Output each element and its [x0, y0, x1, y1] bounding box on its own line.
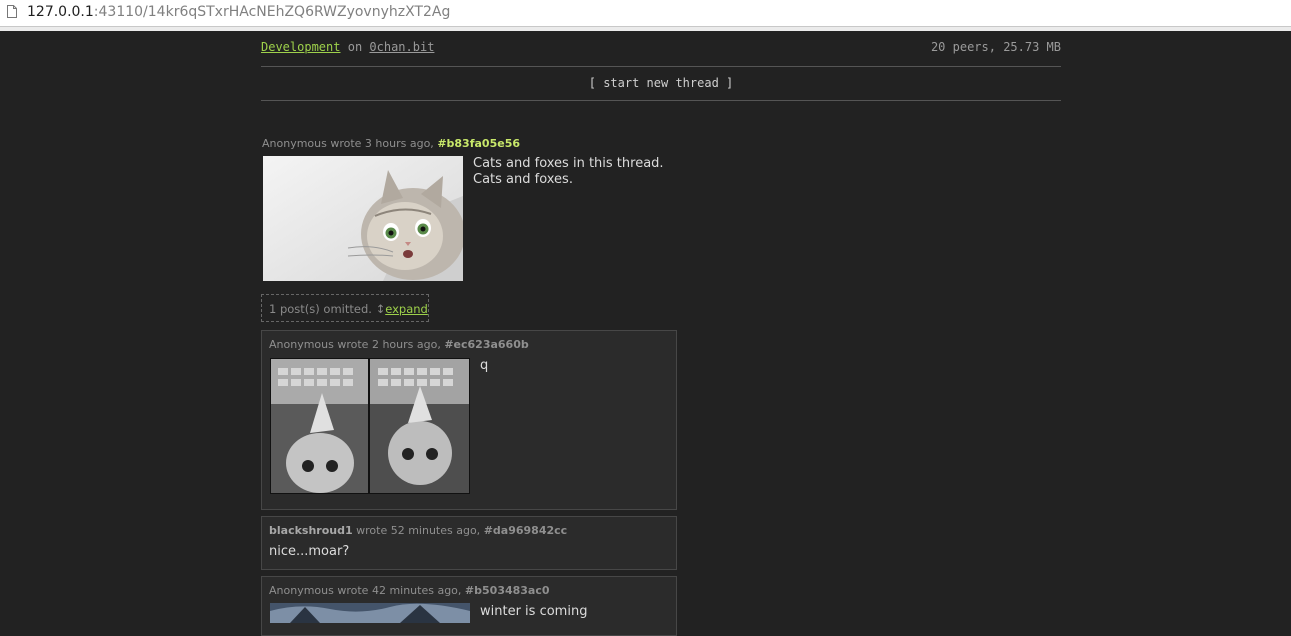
- peer-stats: 20 peers, 25.73 MB: [930, 40, 1061, 54]
- omitted-text: 1 post(s) omitted.: [269, 302, 372, 316]
- board-header: Development on 0chan.bit 20 peers, 25.73…: [261, 40, 1061, 58]
- omitted-posts-box: 1 post(s) omitted. ↕expand: [261, 294, 429, 322]
- op-post-meta: Anonymous wrote 3 hours ago, #b83fa05e56: [262, 137, 520, 150]
- reply-post: Anonymous wrote 42 minutes ago, #b503483…: [261, 576, 677, 636]
- reply-meta: Anonymous wrote 42 minutes ago, #b503483…: [269, 584, 550, 597]
- winter-photo-icon[interactable]: [270, 603, 470, 623]
- reply-body: q: [480, 358, 489, 373]
- toolbar-strip: [0, 27, 1291, 31]
- op-line-2: Cats and foxes.: [473, 172, 573, 187]
- reply-meta-text: wrote 2 hours ago,: [337, 338, 441, 351]
- url-host: 127.0.0.1: [27, 4, 94, 20]
- op-post-hash[interactable]: #b83fa05e56: [437, 137, 520, 150]
- divider-bottom: [261, 100, 1061, 101]
- op-meta-text: Anonymous wrote 3 hours ago,: [262, 137, 434, 150]
- address-bar[interactable]: 127.0.0.1:43110/14kr6qSTxrHAcNEhZQ6RWZyo…: [0, 0, 1291, 27]
- reply-hash[interactable]: #ec623a660b: [444, 338, 528, 351]
- reply-post: blackshroud1 wrote 52 minutes ago, #da96…: [261, 516, 677, 570]
- cat-keyboard-photo-icon[interactable]: [270, 358, 470, 494]
- reply-author: Anonymous: [269, 338, 334, 351]
- cat-photo-icon[interactable]: [263, 156, 463, 281]
- site-link[interactable]: 0chan.bit: [369, 40, 434, 54]
- op-line-1: Cats and foxes in this thread.: [473, 156, 664, 171]
- url-text[interactable]: 127.0.0.1:43110/14kr6qSTxrHAcNEhZQ6RWZyo…: [27, 4, 450, 20]
- board-name-link[interactable]: Development: [261, 40, 340, 54]
- page-icon: [7, 5, 17, 18]
- reply-meta: blackshroud1 wrote 52 minutes ago, #da96…: [269, 524, 567, 537]
- reply-hash[interactable]: #da969842cc: [484, 524, 567, 537]
- start-new-thread-link[interactable]: [ start new thread ]: [261, 76, 1061, 90]
- expand-link[interactable]: expand: [385, 302, 428, 316]
- divider-top: [261, 66, 1061, 67]
- on-label: on: [347, 40, 363, 54]
- reply-author: Anonymous: [269, 584, 334, 597]
- reply-meta-text: wrote 42 minutes ago,: [337, 584, 462, 597]
- reply-meta-text: wrote 52 minutes ago,: [356, 524, 481, 537]
- reply-post: Anonymous wrote 2 hours ago, #ec623a660b…: [261, 330, 677, 510]
- reply-body: nice...moar?: [269, 544, 350, 559]
- reply-hash[interactable]: #b503483ac0: [465, 584, 550, 597]
- expand-arrow-icon: ↕: [375, 302, 386, 316]
- op-post-body: Cats and foxes in this thread. Cats and …: [473, 156, 664, 188]
- url-path: :43110/14kr6qSTxrHAcNEhZQ6RWZyovnyhzXT2A…: [93, 4, 451, 20]
- reply-meta: Anonymous wrote 2 hours ago, #ec623a660b: [269, 338, 529, 351]
- reply-author: blackshroud1: [269, 524, 353, 537]
- reply-body: winter is coming: [480, 604, 588, 619]
